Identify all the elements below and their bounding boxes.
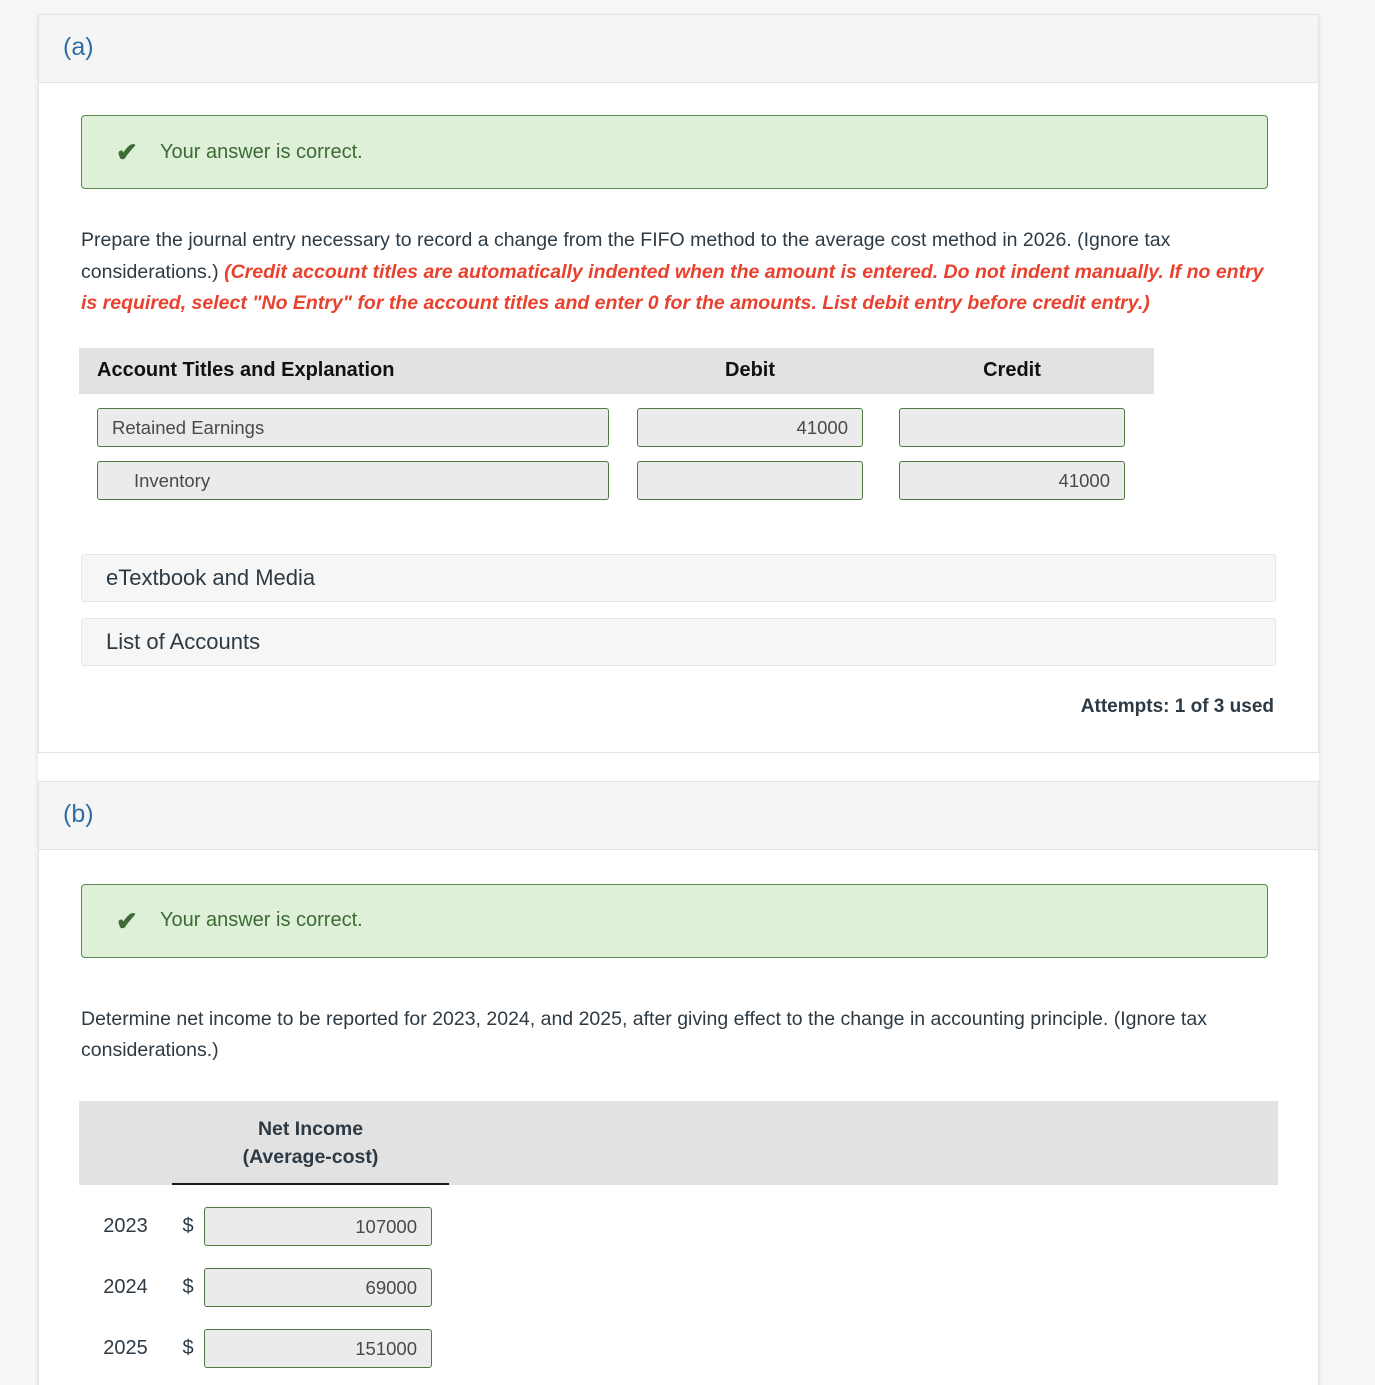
section-header-b: (b) [39, 781, 1318, 850]
debit-cell: 41000 [619, 407, 881, 447]
net-income-input-1[interactable]: 107000 [204, 1207, 432, 1247]
resource-links-a: eTextbook and Media List of Accounts [79, 553, 1278, 666]
net-income-header-line1: Net Income [257, 1117, 364, 1140]
account-title-input-1[interactable]: Retained Earnings [97, 407, 609, 447]
etextbook-and-media-button[interactable]: eTextbook and Media [81, 553, 1276, 602]
column-header-debit: Debit [725, 359, 775, 382]
column-header-account: Account Titles and Explanation [97, 359, 395, 382]
attempts-status: Attempts: 1 of 3 used [1080, 695, 1274, 717]
net-income-input-2[interactable]: 69000 [204, 1268, 432, 1308]
section-label-a: (a) [63, 33, 94, 61]
net-income-header-line2: (Average-cost) [242, 1146, 379, 1169]
answer-correct-text-a: Your answer is correct. [160, 140, 363, 163]
answer-correct-banner-a: ✔ Your answer is correct. [81, 115, 1268, 189]
net-income-table-header-row: Net Income (Average-cost) [79, 1100, 1278, 1186]
list-of-accounts-button[interactable]: List of Accounts [81, 617, 1276, 666]
debit-input-1[interactable]: 41000 [637, 407, 863, 447]
journal-table-header-row: Account Titles and Explanation Debit Cre… [79, 347, 1154, 394]
column-header-credit: Credit [983, 359, 1041, 382]
table-row: 2023 $ 107000 [79, 1207, 1278, 1247]
debit-input-2[interactable] [637, 460, 863, 500]
net-income-year-2: 2024 [103, 1276, 148, 1299]
content-container: (a) ✔ Your answer is correct. Prepare th… [38, 14, 1319, 1385]
currency-symbol-3: $ [182, 1337, 194, 1360]
debit-cell [619, 460, 881, 500]
question-prompt-main-b: Determine net income to be reported for … [81, 1007, 1207, 1062]
table-row: 2024 $ 69000 [79, 1268, 1278, 1308]
net-income-year-1: 2023 [103, 1215, 148, 1238]
credit-cell [881, 407, 1143, 447]
question-prompt-hint-a: (Credit account titles are automatically… [81, 260, 1264, 315]
section-body-a: ✔ Your answer is correct. Prepare the jo… [39, 83, 1318, 752]
journal-entry-table: Account Titles and Explanation Debit Cre… [79, 347, 1154, 500]
credit-input-2[interactable]: 41000 [899, 460, 1125, 500]
answer-correct-banner-b: ✔ Your answer is correct. [81, 883, 1268, 958]
account-title-input-2[interactable]: Inventory [97, 460, 609, 500]
net-income-year-3: 2025 [103, 1337, 148, 1360]
table-row: Inventory 41000 [79, 460, 1154, 500]
net-income-table: Net Income (Average-cost) 2023 $ 107000 … [79, 1100, 1278, 1369]
answer-correct-text-b: Your answer is correct. [160, 909, 363, 932]
section-card-a: (a) ✔ Your answer is correct. Prepare th… [38, 14, 1319, 753]
account-cell: Inventory [79, 460, 619, 500]
table-row: Retained Earnings 41000 [79, 407, 1154, 447]
check-icon: ✔ [116, 905, 138, 936]
currency-symbol-1: $ [182, 1215, 194, 1238]
question-prompt-a: Prepare the journal entry necessary to r… [81, 225, 1266, 320]
account-cell: Retained Earnings [79, 407, 619, 447]
page-root: (a) ✔ Your answer is correct. Prepare th… [0, 0, 1375, 1385]
currency-symbol-2: $ [182, 1276, 194, 1299]
net-income-input-3[interactable]: 151000 [204, 1329, 432, 1369]
credit-input-1[interactable] [899, 407, 1125, 447]
page-top-strip [0, 0, 1375, 14]
net-income-header-blank [79, 1101, 172, 1186]
column-header-net-income: Net Income (Average-cost) [172, 1101, 449, 1186]
check-icon: ✔ [116, 137, 138, 167]
table-row: 2025 $ 151000 [79, 1329, 1278, 1369]
section-label-b: (b) [63, 799, 94, 828]
section-header-a: (a) [39, 15, 1318, 83]
question-prompt-b: Determine net income to be reported for … [81, 1004, 1266, 1067]
credit-cell: 41000 [881, 460, 1143, 500]
section-body-b: ✔ Your answer is correct. Determine net … [39, 850, 1318, 1385]
section-card-b: (b) ✔ Your answer is correct. Determine … [38, 780, 1319, 1385]
